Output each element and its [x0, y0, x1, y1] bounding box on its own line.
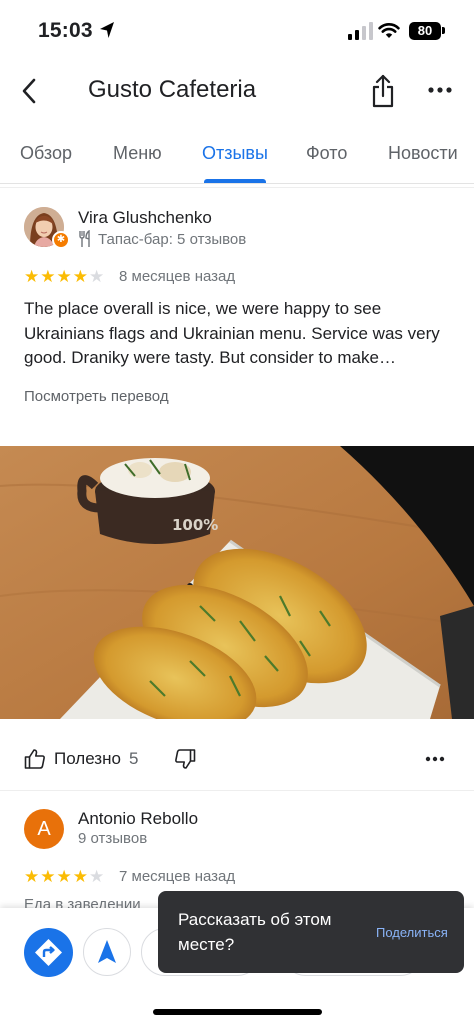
- directions-button[interactable]: [24, 928, 73, 977]
- star-icon: ★: [56, 867, 72, 886]
- star-icon: ★: [24, 267, 40, 286]
- star-icon: ★: [72, 867, 88, 886]
- star-icon: ★: [72, 267, 88, 286]
- tab-photos[interactable]: Фото: [306, 143, 347, 164]
- location-arrow-icon: [100, 22, 114, 38]
- start-navigation-button[interactable]: [83, 928, 131, 976]
- star-icon: ★: [40, 867, 56, 886]
- reviewer-stats: Тапас-бар: 5 отзывов: [98, 230, 247, 248]
- tab-news[interactable]: Новости: [388, 143, 458, 164]
- battery-indicator: 80: [409, 22, 441, 40]
- food-photo-illustration: 100%: [0, 446, 474, 719]
- navigation-arrow-icon: [98, 940, 116, 963]
- status-time: 15:03: [38, 19, 93, 42]
- tab-bar: Обзор Меню Отзывы Фото Новости: [0, 126, 474, 184]
- review-photo[interactable]: 100%: [0, 446, 474, 719]
- review-actions: Полезно 5: [0, 740, 474, 778]
- helpful-label: Полезно: [54, 749, 121, 768]
- wifi-icon: [378, 23, 400, 38]
- share-button[interactable]: Поделиться: [376, 925, 448, 940]
- review-text[interactable]: The place overall is nice, we were happy…: [24, 297, 450, 371]
- thumbs-down-icon[interactable]: [170, 746, 196, 772]
- thumbs-up-icon: [24, 749, 45, 769]
- status-bar: 15:03 80: [0, 0, 474, 62]
- local-guide-badge-icon: ✱: [52, 231, 70, 249]
- utensils-icon: [79, 230, 90, 247]
- translate-link[interactable]: Посмотреть перевод: [24, 388, 169, 405]
- star-icon: ★: [24, 867, 40, 886]
- star-rating: ★ ★ ★ ★ ★: [24, 268, 104, 285]
- more-horizontal-icon[interactable]: [424, 752, 446, 766]
- reviewer-stats: 9 отзывов: [78, 830, 148, 847]
- tab-menu[interactable]: Меню: [113, 143, 162, 164]
- helpful-button[interactable]: Полезно 5: [24, 746, 138, 772]
- divider: [0, 790, 474, 791]
- app-header: Gusto Cafeteria: [0, 62, 474, 124]
- star-icon: ★: [89, 867, 105, 886]
- star-icon: ★: [40, 267, 56, 286]
- back-arrow-icon: [22, 78, 36, 104]
- active-tab-indicator: [204, 179, 266, 183]
- page-title: Gusto Cafeteria: [88, 76, 257, 103]
- star-icon: ★: [89, 267, 105, 286]
- back-button[interactable]: [14, 74, 44, 108]
- avatar[interactable]: A: [24, 809, 64, 849]
- review-date: 8 месяцев назад: [119, 268, 236, 285]
- helpful-count: 5: [128, 749, 139, 768]
- directions-icon: [35, 939, 62, 966]
- tab-reviews[interactable]: Отзывы: [202, 143, 268, 164]
- tab-overview[interactable]: Обзор: [20, 143, 72, 164]
- reviewer-name[interactable]: Vira Glushchenko: [78, 208, 212, 228]
- review-date: 7 месяцев назад: [119, 868, 236, 885]
- battery-nub: [442, 27, 445, 34]
- more-horizontal-icon[interactable]: [426, 80, 454, 100]
- cellular-signal-icon: [348, 22, 373, 40]
- share-snackbar: Рассказать об этом месте? Поделиться: [158, 891, 464, 973]
- home-indicator[interactable]: [153, 1009, 322, 1015]
- share-icon[interactable]: [368, 72, 398, 110]
- cup-label: 100%: [172, 516, 218, 534]
- star-rating: ★ ★ ★ ★ ★: [24, 868, 104, 885]
- reviewer-meta: Тапас-бар: 5 отзывов: [78, 229, 246, 249]
- snackbar-message: Рассказать об этом месте?: [178, 910, 332, 954]
- divider: [0, 187, 474, 188]
- star-icon: ★: [56, 267, 72, 286]
- reviewer-name[interactable]: Antonio Rebollo: [78, 809, 198, 829]
